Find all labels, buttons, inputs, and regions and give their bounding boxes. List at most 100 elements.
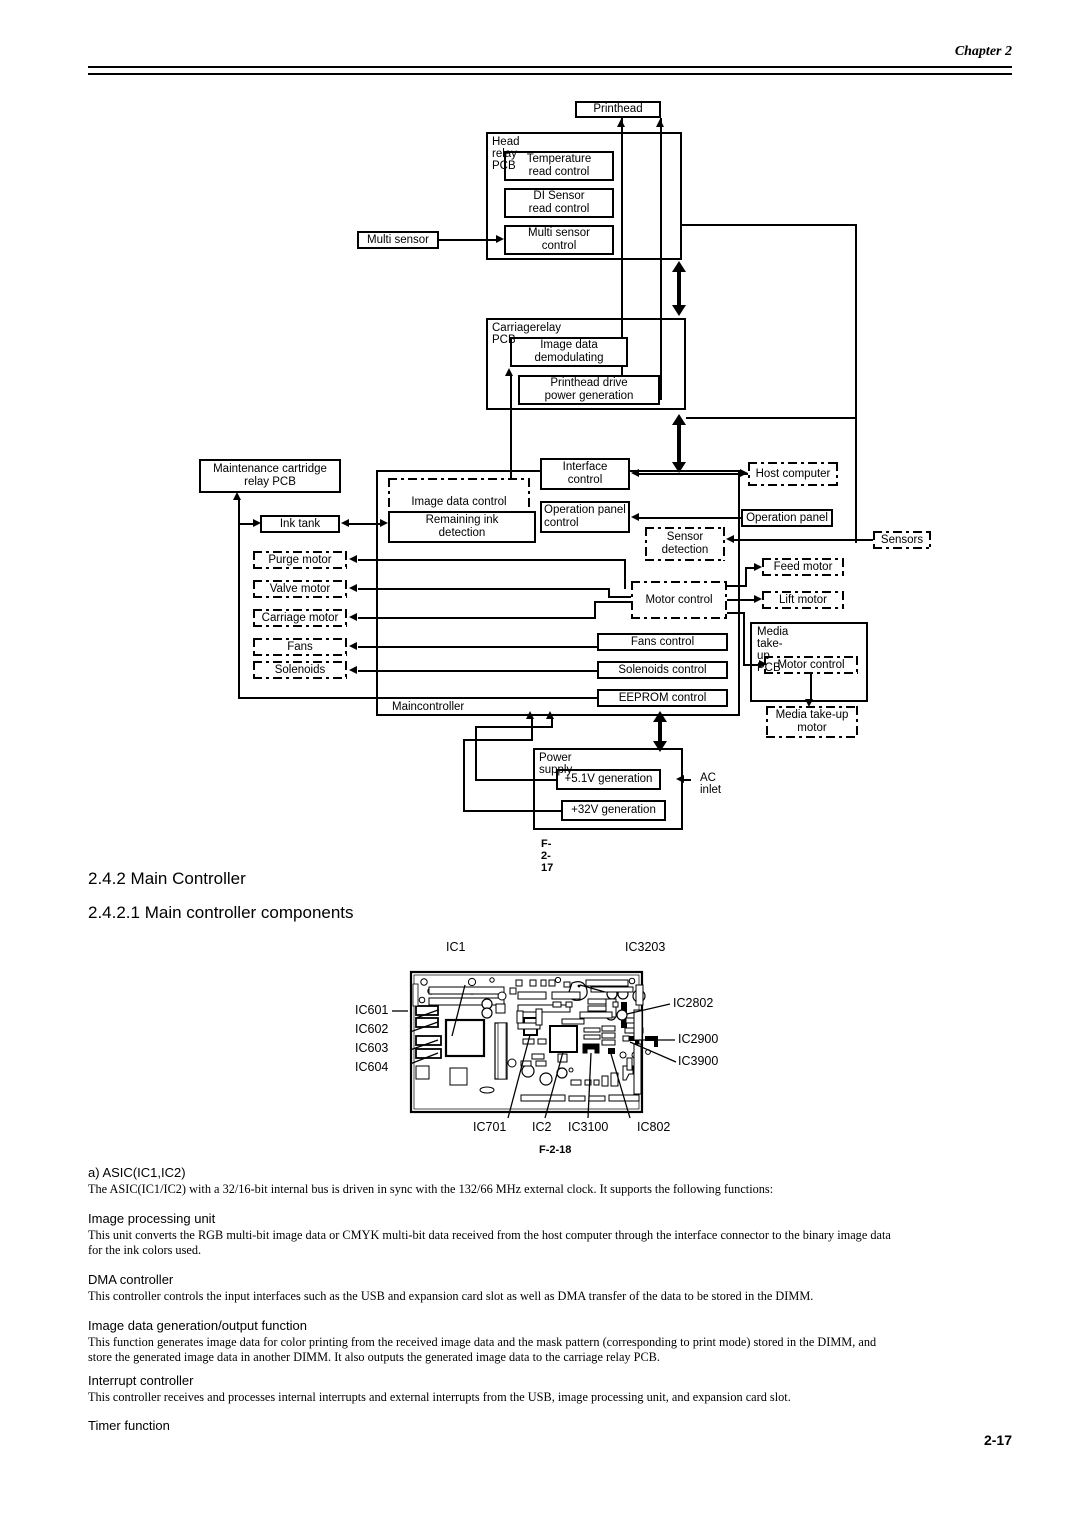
- interface-control-line2: control: [567, 474, 603, 486]
- ink-tank-box: Ink tank: [260, 515, 340, 533]
- wire-headrelay-right: [682, 224, 857, 226]
- operation-panel-control-line1: Operation panel: [544, 504, 626, 516]
- wire-motor-feed-h: [727, 585, 747, 587]
- section-2-4-2-1-heading: 2.4.2.1 Main controller components: [88, 903, 354, 922]
- arrow-oppanel-icon: [631, 513, 639, 521]
- arrow-carriage-down-icon: [672, 305, 686, 316]
- sensor-detection-line1: Sensor: [666, 531, 704, 543]
- arrow-solenoids-icon: [349, 666, 357, 674]
- power-supply-label: Power supply: [539, 752, 573, 776]
- pcb-label-ic3900: IC3900: [678, 1054, 719, 1068]
- wire-carriage-join: [594, 601, 631, 603]
- wire-maint-bottom: [238, 697, 378, 699]
- arrow-carriage-motor-icon: [349, 613, 357, 621]
- printhead-box: Printhead: [575, 101, 661, 118]
- arrow-imagedata-up-icon: [505, 368, 513, 376]
- multi-sensor-box: Multi sensor: [357, 231, 439, 249]
- section-2-4-2-heading: 2.4.2 Main Controller: [88, 869, 246, 888]
- arrow-main-power-down-icon: [653, 741, 667, 752]
- wire-32-out: [463, 810, 561, 812]
- feed-motor-label: Feed motor: [773, 560, 833, 573]
- main-controller-label: Maincontroller: [392, 701, 465, 713]
- host-computer-box: Host computer: [748, 462, 838, 486]
- pcb-label-ic2900: IC2900: [678, 1032, 719, 1046]
- remaining-ink-line2: detection: [438, 527, 486, 539]
- operation-panel-control-line2: control: [544, 517, 579, 529]
- arrow-host-icon: [631, 469, 639, 477]
- wire-host: [638, 473, 748, 475]
- arrow-sensors-icon: [726, 535, 734, 543]
- valve-motor-box: Valve motor: [253, 580, 347, 598]
- page-number: 2-17: [983, 1432, 1012, 1448]
- wire-51-out: [475, 779, 556, 781]
- operation-panel-label: Operation panel: [746, 511, 828, 524]
- motor-control-label: Motor control: [645, 593, 713, 606]
- multi-sensor-control-line2: control: [541, 240, 577, 252]
- wire-32-riser: [463, 739, 465, 812]
- wire-inktank-remaining: [348, 523, 380, 525]
- fans-control-label: Fans control: [630, 635, 695, 648]
- image-processing-text-line2: for the ink colors used.: [88, 1243, 202, 1257]
- pcb-label-ic2802: IC2802: [673, 996, 714, 1010]
- wire-right-trunk: [855, 224, 857, 543]
- arrow-main-down-icon: [672, 462, 686, 473]
- interrupt-text: This controller receives and processes i…: [88, 1390, 791, 1404]
- remaining-ink-detection-box: Remaining ink detection: [388, 511, 536, 543]
- image-processing-text-line1: This unit converts the RGB multi-bit ima…: [88, 1228, 891, 1242]
- pcb-label-ic1: IC1: [446, 940, 466, 954]
- wire-solenoids: [358, 670, 597, 672]
- operation-panel-box: Operation panel: [741, 509, 833, 527]
- temperature-read-control-line1: Temperature: [526, 153, 592, 165]
- maintenance-cartridge-relay-pcb-box: Maintenance cartridge relay PCB: [199, 459, 341, 493]
- wire-purge-riser: [624, 559, 626, 589]
- figure-caption-f-2-18: F-2-18: [539, 1144, 572, 1156]
- media-takeup-motor-line2: motor: [797, 722, 827, 734]
- maintenance-cartridge-line2: relay PCB: [244, 476, 296, 488]
- di-sensor-read-control-line2: read control: [528, 203, 590, 215]
- wire-maint-up: [238, 499, 240, 699]
- media-takeup-motor-box: Media take-up motor: [766, 706, 858, 738]
- wire-valve: [358, 588, 610, 590]
- wire-32-arrow: [531, 718, 533, 741]
- wire-carriage-riser: [594, 601, 596, 619]
- arrow-host-in-icon: [740, 469, 748, 477]
- fans-box: Fans: [253, 638, 347, 656]
- printhead-drive-power-box: Printhead drive power generation: [518, 375, 660, 405]
- carriage-relay-pcb-label: Carriagerelay PCB: [492, 322, 562, 346]
- v32-generation-label: +32V generation: [571, 804, 656, 816]
- multi-sensor-label: Multi sensor: [367, 233, 429, 246]
- pcb-label-ic802: IC802: [637, 1120, 671, 1134]
- arrow-maint-up-icon: [233, 492, 241, 500]
- asic-text: The ASIC(IC1/IC2) with a 32/16-bit inter…: [88, 1182, 774, 1196]
- fans-control-box: Fans control: [597, 633, 728, 651]
- temperature-read-control-line2: read control: [528, 166, 590, 178]
- wire-printhead-right: [660, 118, 662, 400]
- image-processing-heading: Image processing unit: [88, 1211, 216, 1226]
- imagegen-text-line2: store the generated image data in anothe…: [88, 1350, 660, 1364]
- arrow-32-icon: [526, 711, 534, 719]
- wire-maint-inktank: [238, 523, 254, 525]
- arrow-lift-icon: [754, 595, 762, 603]
- v32-generation-box: +32V generation: [561, 800, 666, 821]
- wire-eeprom: [378, 697, 597, 699]
- maintenance-cartridge-line1: Maintenance cartridge: [213, 463, 327, 475]
- purge-motor-box: Purge motor: [253, 551, 347, 569]
- fans-label: Fans: [287, 640, 313, 653]
- arrow-51-icon: [546, 711, 554, 719]
- remaining-ink-line1: Remaining ink: [425, 514, 499, 526]
- printhead-label: Printhead: [593, 103, 643, 115]
- arrow-printhead-left-icon: [617, 119, 625, 127]
- wire-media-down: [810, 674, 812, 700]
- wire-51-arrow: [551, 718, 553, 728]
- arrow-main-power-up-icon: [653, 711, 667, 722]
- pcb-label-ic3203: IC3203: [625, 940, 666, 954]
- wire-purge: [358, 559, 626, 561]
- wire-carriage-motor: [358, 617, 596, 619]
- multi-sensor-control-box: Multi sensor control: [504, 225, 614, 255]
- pcb-label-ic701: IC701: [473, 1120, 507, 1134]
- lift-motor-label: Lift motor: [779, 593, 827, 606]
- header-rule: [88, 66, 1012, 75]
- sensors-label: Sensors: [880, 533, 924, 546]
- valve-motor-label: Valve motor: [269, 582, 331, 595]
- wire-32-top: [463, 739, 533, 741]
